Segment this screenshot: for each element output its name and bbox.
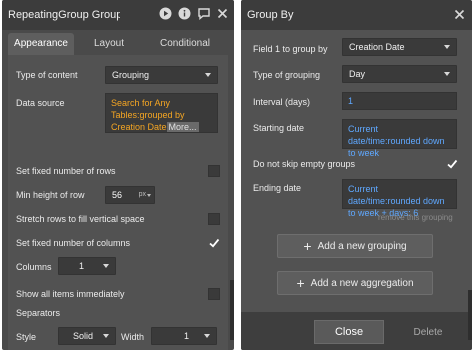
type-grouping-dropdown[interactable]: Day	[342, 65, 457, 83]
tab-layout[interactable]: Layout	[74, 33, 144, 55]
delete-button[interactable]: Delete	[403, 320, 453, 344]
stretch-rows-checkbox[interactable]	[208, 213, 220, 225]
right-scrollbar[interactable]	[468, 290, 472, 340]
interval-value: 1	[348, 96, 354, 106]
info-icon[interactable]	[178, 7, 191, 20]
ending-date-expression[interactable]: Current date/time:rounded down to week +…	[342, 179, 457, 218]
width-dropdown[interactable]: 1	[151, 327, 217, 345]
dialog-footer: Close Delete	[241, 312, 472, 350]
min-height-value: 56	[112, 190, 123, 200]
data-source-expression[interactable]: Search for Any Tables:grouped by Creatio…	[105, 93, 218, 133]
type-of-content-dropdown[interactable]: Grouping	[105, 66, 218, 84]
chevron-down-icon	[204, 334, 210, 338]
add-grouping-button[interactable]: + Add a new grouping	[277, 234, 433, 258]
style-dropdown[interactable]: Solid	[58, 327, 116, 345]
fixed-rows-checkbox[interactable]	[208, 165, 220, 177]
width-value: 1	[184, 331, 190, 341]
close-icon[interactable]	[217, 8, 228, 19]
interval-label: Interval (days)	[253, 97, 311, 107]
plus-icon: +	[296, 275, 305, 291]
columns-dropdown[interactable]: 1	[58, 257, 116, 275]
starting-date-expression[interactable]: Current date/time:rounded down to week	[342, 119, 457, 158]
chevron-down-icon	[444, 45, 450, 49]
columns-value: 1	[79, 261, 85, 271]
close-button[interactable]: Close	[314, 320, 384, 344]
left-scrollbar[interactable]	[230, 280, 234, 340]
property-tabs: Appearance Layout Conditional	[8, 33, 228, 55]
starting-date-value: Current date/time:rounded down to week	[348, 124, 445, 158]
tab-appearance[interactable]: Appearance	[8, 33, 74, 55]
type-grouping-label: Type of grouping	[253, 70, 321, 80]
add-aggregation-button[interactable]: + Add a new aggregation	[277, 271, 433, 295]
add-grouping-label: Add a new grouping	[317, 240, 407, 252]
unit-chevron-icon	[147, 194, 151, 197]
title-icons	[159, 7, 228, 20]
group-by-title: Group By	[247, 9, 294, 21]
min-height-label: Min height of row	[16, 190, 85, 200]
plus-icon: +	[303, 238, 312, 254]
comment-icon[interactable]	[197, 7, 211, 20]
width-label: Width	[121, 332, 145, 342]
show-all-checkbox[interactable]	[208, 288, 220, 300]
skip-empty-label: Do not skip empty groups	[253, 159, 356, 169]
chevron-down-icon	[103, 334, 109, 338]
type-of-content-value: Grouping	[112, 70, 150, 80]
type-grouping-value: Day	[349, 69, 366, 79]
tab-conditional[interactable]: Conditional	[144, 33, 226, 55]
stretch-rows-label: Stretch rows to fill vertical space	[16, 214, 145, 224]
checkmark-icon[interactable]	[208, 237, 220, 249]
checkmark-icon[interactable]	[446, 158, 458, 170]
left-titlebar: RepeatingGroup Groupin	[2, 0, 234, 30]
play-icon[interactable]	[159, 7, 172, 20]
interval-input[interactable]: 1	[342, 92, 457, 110]
chevron-down-icon	[103, 264, 109, 268]
repeating-group-property-editor: RepeatingGroup Groupin Appearance Layout…	[2, 0, 234, 350]
style-label: Style	[16, 332, 37, 342]
starting-date-label: Starting date	[253, 123, 305, 133]
right-titlebar: Group By	[241, 0, 472, 30]
px-unit: px	[138, 191, 146, 198]
type-of-content-label: Type of content	[16, 70, 78, 80]
appearance-tab-content: Type of content Grouping Data source Sea…	[8, 55, 228, 350]
field1-label: Field 1 to group by	[253, 44, 328, 54]
style-value: Solid	[73, 331, 94, 341]
more-link[interactable]: More...	[166, 122, 199, 132]
fixed-rows-label: Set fixed number of rows	[16, 166, 116, 176]
chevron-down-icon	[205, 73, 211, 77]
field1-dropdown[interactable]: Creation Date	[342, 38, 457, 56]
min-height-input[interactable]: 56 px	[105, 186, 155, 204]
fixed-columns-label: Set fixed number of columns	[16, 238, 131, 248]
separators-heading: Separators	[16, 308, 61, 318]
chevron-down-icon	[444, 72, 450, 76]
show-all-label: Show all items immediately	[16, 289, 125, 299]
ending-date-label: Ending date	[253, 183, 302, 193]
remove-grouping-link[interactable]: remove this grouping	[378, 213, 453, 222]
close-icon[interactable]	[454, 9, 465, 20]
field1-value: Creation Date	[349, 42, 405, 52]
group-by-editor: Group By Field 1 to group by Creation Da…	[241, 0, 472, 350]
data-source-label: Data source	[16, 98, 65, 108]
element-name-input[interactable]: RepeatingGroup Groupin	[8, 9, 120, 21]
columns-label: Columns	[16, 262, 52, 272]
add-aggregation-label: Add a new aggregation	[310, 277, 414, 289]
group-by-body: Field 1 to group by Creation Date Type o…	[241, 30, 472, 312]
